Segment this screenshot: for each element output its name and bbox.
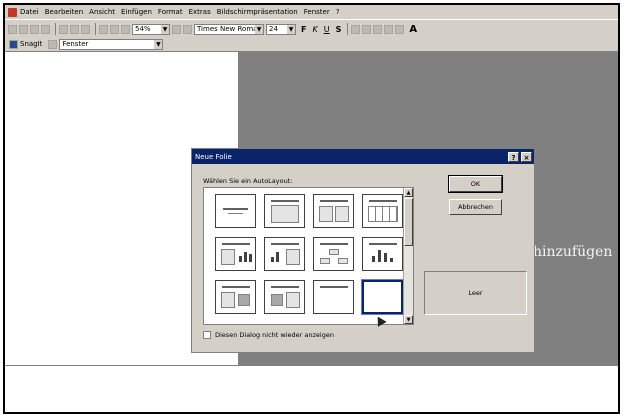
layout-blank[interactable] — [361, 279, 404, 315]
snagit-toolbar: SnagIt Fenster ▼ — [5, 37, 618, 52]
layout-two-column-text[interactable] — [313, 194, 354, 228]
scroll-thumb[interactable] — [404, 198, 413, 246]
scroll-up-arrow-icon[interactable]: ▲ — [404, 188, 413, 197]
toolbar-separator — [95, 23, 96, 35]
underline-button[interactable]: U — [324, 25, 330, 34]
help-assistant-icon[interactable] — [172, 24, 181, 34]
chevron-down-icon: ▼ — [255, 24, 263, 34]
cut-icon[interactable] — [59, 24, 68, 34]
menu-bar: Datei Bearbeiten Ansicht Einfügen Format… — [5, 5, 618, 19]
save-icon[interactable] — [30, 24, 39, 34]
grow-font-button[interactable]: A — [409, 24, 417, 35]
layout-table[interactable] — [362, 194, 403, 228]
scroll-down-arrow-icon[interactable]: ▼ — [404, 315, 413, 324]
dialog-title: Neue Folie — [195, 152, 232, 161]
dont-show-again-row[interactable]: Diesen Dialog nicht wieder anzeigen — [203, 331, 334, 339]
cancel-button[interactable]: Abbrechen — [449, 199, 502, 215]
ok-button[interactable]: OK — [448, 175, 503, 193]
snagit-label[interactable]: SnagIt — [20, 40, 42, 48]
open-folder-icon[interactable] — [19, 24, 28, 34]
notes-pane[interactable] — [5, 365, 618, 412]
snagit-icon[interactable] — [9, 39, 18, 49]
toolbar-separator — [55, 23, 56, 35]
menu-extras[interactable]: Extras — [189, 8, 211, 16]
undo-icon[interactable] — [99, 24, 108, 34]
layout-chart[interactable] — [362, 237, 403, 271]
layout-clipart-and-text[interactable] — [264, 280, 305, 314]
new-document-icon[interactable] — [8, 24, 17, 34]
zoom-select[interactable]: 54% ▼ — [132, 23, 170, 35]
layout-text-and-chart[interactable] — [215, 237, 256, 271]
menu-fenster[interactable]: Fenster — [304, 8, 330, 16]
autolayout-prompt: Wählen Sie ein AutoLayout: — [203, 177, 293, 185]
autolayout-gallery: ▲ ▼ — [203, 187, 414, 325]
new-slide-dialog: Neue Folie ? × Wählen Sie ein AutoLayout… — [191, 148, 535, 353]
chevron-down-icon: ▼ — [154, 39, 163, 49]
layout-text-and-clipart[interactable] — [215, 280, 256, 314]
font-size-select[interactable]: 24 ▼ — [266, 23, 296, 35]
capture-mode-value: Fenster — [62, 39, 89, 48]
view-toggle-icon[interactable] — [183, 24, 192, 34]
slide-placeholder-text[interactable]: hinzufügen — [533, 244, 612, 260]
layout-preview-label: Leer — [468, 289, 483, 297]
toolbar-separator — [347, 23, 349, 35]
dialog-title-bar[interactable]: Neue Folie ? × — [192, 149, 534, 164]
layout-title-only[interactable] — [313, 280, 354, 314]
layout-preview-box: Leer — [424, 271, 527, 315]
align-center-icon[interactable] — [362, 24, 372, 34]
layout-bulleted-list[interactable] — [264, 194, 305, 228]
gallery-scrollbar[interactable]: ▲ ▼ — [403, 188, 413, 324]
standard-toolbar: 54% ▼ Times New Roman ▼ 24 ▼ F K U S A — [5, 19, 618, 39]
shadow-button[interactable]: S — [336, 25, 342, 34]
close-button[interactable]: × — [521, 151, 532, 162]
font-name-select[interactable]: Times New Roman ▼ — [194, 23, 264, 35]
layout-title-slide[interactable] — [215, 194, 256, 228]
powerpoint-app-icon[interactable] — [8, 7, 17, 17]
align-right-icon[interactable] — [373, 24, 383, 34]
dont-show-again-label[interactable]: Diesen Dialog nicht wieder anzeigen — [215, 331, 334, 339]
menu-datei[interactable]: Datei — [20, 8, 39, 16]
print-icon[interactable] — [41, 24, 50, 34]
font-name-value: Times New Roman — [197, 24, 262, 33]
menu-format[interactable]: Format — [158, 8, 183, 16]
italic-button[interactable]: K — [312, 25, 317, 34]
window-capture-icon[interactable] — [48, 39, 58, 49]
font-size-value: 24 — [269, 24, 278, 33]
insert-chart-icon[interactable] — [121, 24, 130, 34]
layout-organization-chart[interactable] — [313, 237, 354, 271]
menu-bearbeiten[interactable]: Bearbeiten — [45, 8, 83, 16]
menu-ansicht[interactable]: Ansicht — [89, 8, 115, 16]
redo-icon[interactable] — [110, 24, 119, 34]
menu-help[interactable]: ? — [336, 8, 340, 16]
dont-show-again-checkbox[interactable] — [203, 331, 211, 339]
menu-bildschirmpraesentation[interactable]: Bildschirmpräsentation — [217, 8, 298, 16]
bullet-list-icon[interactable] — [395, 24, 405, 34]
layout-chart-and-text[interactable] — [264, 237, 305, 271]
align-left-icon[interactable] — [351, 24, 361, 34]
chevron-down-icon: ▼ — [161, 24, 169, 34]
bold-button[interactable]: F — [301, 25, 306, 34]
help-button[interactable]: ? — [508, 151, 519, 162]
paste-icon[interactable] — [81, 24, 90, 34]
menu-einfuegen[interactable]: Einfügen — [121, 8, 152, 16]
chevron-down-icon: ▼ — [287, 24, 295, 34]
capture-mode-select[interactable]: Fenster ▼ — [59, 38, 164, 50]
numbered-list-icon[interactable] — [384, 24, 394, 34]
copy-icon[interactable] — [70, 24, 79, 34]
screenshot-frame: Datei Bearbeiten Ansicht Einfügen Format… — [3, 3, 620, 414]
zoom-value: 54% — [135, 24, 151, 33]
